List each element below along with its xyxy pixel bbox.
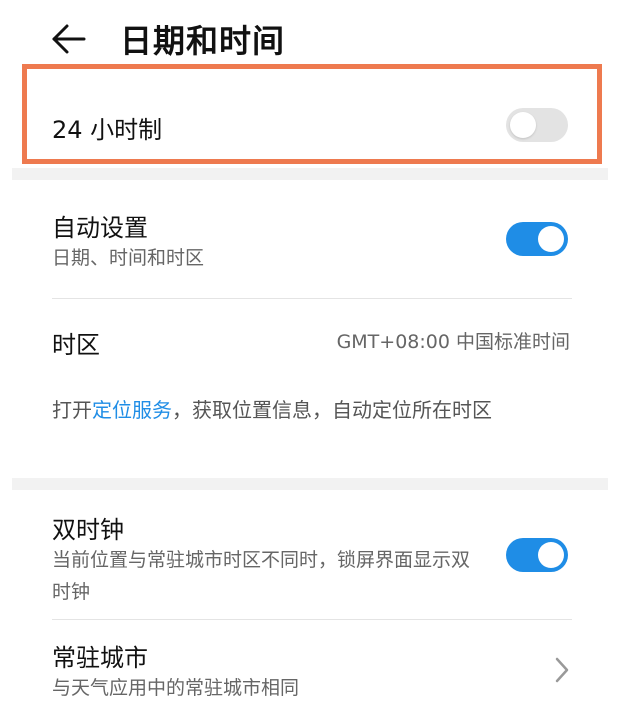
arrow-left-icon[interactable] [50, 22, 94, 56]
setting-home-city-label: 常驻城市 [52, 644, 148, 672]
chevron-right-icon[interactable] [554, 656, 570, 684]
hint-prefix: 打开 [52, 398, 92, 422]
setting-auto-set-label: 自动设置 [52, 214, 148, 242]
header: 日期和时间 [0, 0, 618, 72]
setting-row-home-city[interactable]: 常驻城市 与天气应用中的常驻城市相同 [0, 620, 618, 722]
setting-24-hour-label: 24 小时制 [52, 116, 163, 144]
setting-row-auto-set[interactable]: 自动设置 日期、时间和时区 [0, 180, 618, 298]
setting-row-24-hour[interactable]: 24 小时制 [0, 72, 618, 160]
chevron-right-icon-graphic [555, 657, 569, 683]
toggle-knob [510, 112, 536, 138]
toggle-dual-clock-switch[interactable] [506, 538, 568, 572]
setting-timezone-label: 时区 [52, 331, 100, 359]
date-time-settings-page: 日期和时间 24 小时制 自动设置 日期、时间和时区 时区 GMT+08:00 … [0, 0, 618, 722]
arrow-left-icon-graphic [52, 24, 86, 54]
setting-dual-clock-label: 双时钟 [52, 516, 124, 544]
toggle-knob [538, 226, 564, 252]
toggle-auto-set-switch[interactable] [506, 222, 568, 256]
setting-row-timezone[interactable]: 时区 GMT+08:00 中国标准时间 [0, 299, 618, 379]
location-service-link[interactable]: 定位服务 [92, 398, 172, 422]
section-divider [12, 168, 608, 180]
setting-dual-clock-subtitle: 当前位置与常驻城市时区不同时，锁屏界面显示双时钟 [52, 549, 471, 603]
location-service-hint: 打开定位服务，获取位置信息，自动定位所在时区 [52, 392, 572, 428]
setting-home-city-subtitle: 与天气应用中的常驻城市相同 [52, 677, 300, 699]
page-title: 日期和时间 [120, 22, 286, 60]
setting-auto-set-subtitle: 日期、时间和时区 [52, 247, 205, 269]
toggle-24-hour-switch[interactable] [506, 108, 568, 142]
setting-timezone-value: GMT+08:00 中国标准时间 [336, 331, 570, 353]
toggle-knob [538, 542, 564, 568]
hint-suffix: ，获取位置信息，自动定位所在时区 [172, 398, 492, 422]
section-divider [12, 478, 608, 490]
setting-row-dual-clock[interactable]: 双时钟 当前位置与常驻城市时区不同时，锁屏界面显示双时钟 [0, 490, 618, 618]
